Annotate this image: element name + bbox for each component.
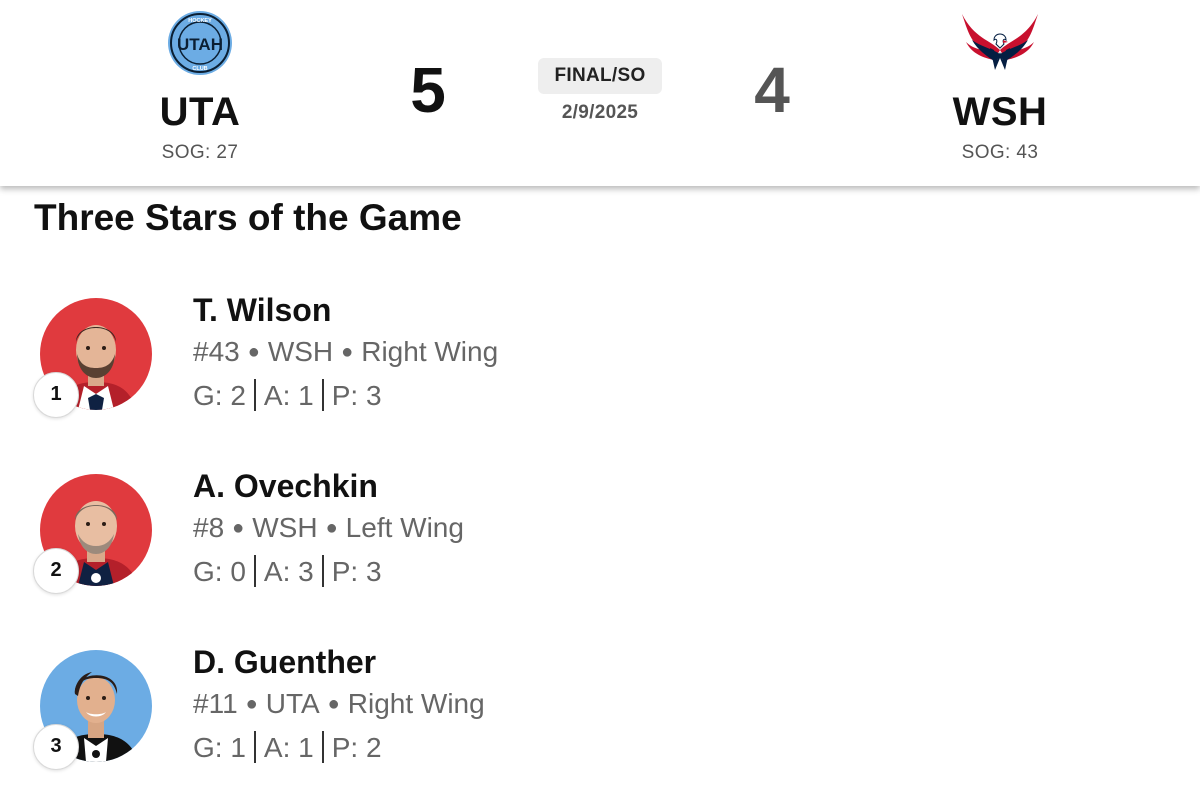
separator-dot-icon: ● [341, 341, 354, 363]
separator-dot-icon: ● [327, 693, 340, 715]
stat-goals: G: 0 [193, 556, 246, 587]
player-meta: #11 ● UTA ● Right Wing [193, 686, 485, 722]
star-card[interactable]: 2 A. Ovechkin #8 ● WSH ● Left Wing G: 0 A: 3 P… [0, 466, 1200, 616]
star-rank-badge: 2 [33, 548, 79, 594]
player-meta: #43 ● WSH ● Right Wing [193, 334, 498, 370]
player-name[interactable]: T. Wilson [193, 290, 331, 330]
home-team-sog: SOG: 27 [161, 142, 239, 163]
player-stats: G: 2 A: 1 P: 3 [193, 378, 382, 414]
utah-logo-ring-bottom: CLUB [192, 66, 207, 72]
stat-goals: G: 1 [193, 732, 246, 763]
home-team[interactable]: UTAH HOCKEY CLUB UTA SOG: 27 [100, 10, 300, 164]
stat-divider [321, 555, 324, 587]
separator-dot-icon: ● [325, 517, 338, 539]
stat-points: P: 3 [331, 380, 382, 411]
stat-assists: A: 3 [263, 556, 314, 587]
three-stars-title: Three Stars of the Game [34, 197, 462, 238]
player-team: UTA [265, 688, 320, 719]
stat-divider [321, 379, 324, 411]
player-name[interactable]: D. Guenther [193, 642, 376, 682]
star-card[interactable]: 3 D. Guenther #11 ● UTA ● Right Wing G: 1 A: … [0, 642, 1200, 792]
utah-logo-text: UTAH [177, 35, 223, 54]
player-number: #8 [193, 512, 225, 543]
away-team[interactable]: WSH SOG: 43 [900, 10, 1100, 164]
player-number: #11 [193, 688, 238, 719]
player-stats: G: 0 A: 3 P: 3 [193, 554, 382, 590]
scoreboard-header: UTAH HOCKEY CLUB UTA SOG: 27 5 FINAL/SO … [0, 0, 1200, 186]
game-date: 2/9/2025 [561, 102, 639, 123]
stat-divider [321, 731, 324, 763]
stat-divider [253, 379, 256, 411]
separator-dot-icon: ● [232, 517, 245, 539]
player-position: Right Wing [361, 336, 499, 367]
home-score: 5 [410, 54, 446, 126]
player-position: Right Wing [347, 688, 485, 719]
stat-points: P: 2 [331, 732, 382, 763]
away-team-sog: SOG: 43 [961, 142, 1039, 163]
utah-logo-ring-top: HOCKEY [188, 18, 212, 24]
separator-dot-icon: ● [247, 341, 260, 363]
stat-assists: A: 1 [263, 732, 314, 763]
stat-points: P: 3 [331, 556, 382, 587]
star-rank-badge: 1 [33, 372, 79, 418]
washington-capitals-eagle-logo-icon [962, 14, 1038, 70]
stat-goals: G: 2 [193, 380, 246, 411]
utah-hockey-club-logo-icon: UTAH HOCKEY CLUB [168, 11, 232, 75]
away-team-abbr: WSH [952, 90, 1048, 134]
stat-divider [253, 555, 256, 587]
player-name[interactable]: A. Ovechkin [193, 466, 378, 506]
player-number: #43 [193, 336, 240, 367]
final-status-badge: FINAL/SO [538, 58, 662, 94]
star-card[interactable]: 1 T. Wilson #43 ● WSH ● Right Wing G: 2 A: 1 P… [0, 290, 1200, 440]
away-score: 4 [754, 54, 790, 126]
player-stats: G: 1 A: 1 P: 2 [193, 730, 382, 766]
star-rank-badge: 3 [33, 724, 79, 770]
player-position: Left Wing [345, 512, 464, 543]
player-team: WSH [267, 336, 334, 367]
stat-assists: A: 1 [263, 380, 314, 411]
player-team: WSH [252, 512, 318, 543]
player-meta: #8 ● WSH ● Left Wing [193, 510, 464, 546]
game-status: FINAL/SO 2/9/2025 [500, 58, 700, 124]
separator-dot-icon: ● [245, 693, 258, 715]
home-team-abbr: UTA [159, 90, 241, 134]
stat-divider [253, 731, 256, 763]
